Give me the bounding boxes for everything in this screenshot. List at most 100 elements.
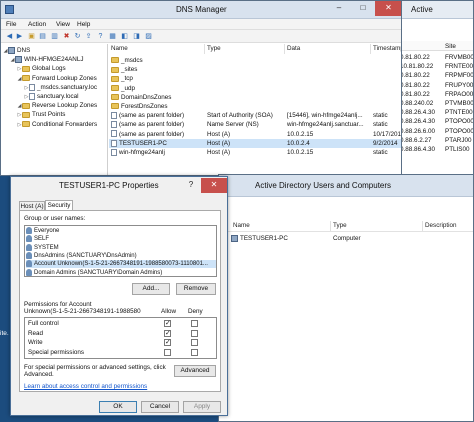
table-row[interactable]: _udp — [109, 84, 401, 93]
active-window: Active Site 0.81.80.22 FRVMB00 10.81.80.22… — [398, 0, 474, 202]
column-site[interactable]: Site — [445, 43, 456, 50]
column-type[interactable]: Type — [331, 221, 423, 231]
deny-checkbox[interactable] — [191, 329, 198, 337]
maximize-button[interactable]: □ — [351, 1, 375, 16]
table-row[interactable]: TESTUSER1-PC Host (A) 10.0.2.4 9/2/2014 — [109, 138, 401, 148]
dns-titlebar: DNS Manager – □ ✕ — [1, 1, 401, 19]
tree-node[interactable]: ▷ Conditional Forwarders — [17, 120, 98, 129]
menu-view[interactable]: View — [56, 21, 70, 28]
aduc-titlebar: Active Directory Users and Computers — [219, 175, 473, 197]
list-item[interactable]: SYSTEM — [26, 243, 216, 252]
table-row[interactable]: _tcp — [109, 74, 401, 83]
record-timestamp — [373, 102, 401, 111]
table-row[interactable]: DomainDnsZones — [109, 93, 401, 102]
list-item[interactable]: 0.88.6.2.27 PTARJ00 — [399, 136, 473, 145]
back-icon[interactable]: ◀ — [5, 32, 14, 41]
add-button[interactable]: Add... — [132, 283, 170, 295]
table-row[interactable]: (same as parent folder) Name Server (NS) w… — [109, 120, 401, 129]
users-listbox[interactable]: Everyone SELF SYSTEM DnsAdmins (SANCTUARY\D… — [24, 225, 217, 277]
list-item[interactable]: 0.81.80.22 FRVMB00 — [399, 53, 473, 62]
allow-checkbox[interactable]: ✓ — [164, 320, 171, 327]
tree-node[interactable]: ◢ DNS — [3, 46, 30, 55]
menu-file[interactable]: File — [6, 21, 16, 28]
column-name[interactable]: Name — [231, 221, 331, 231]
export-icon[interactable]: ⇪ — [84, 32, 93, 41]
copy-icon[interactable]: ▥ — [50, 32, 59, 41]
close-button[interactable]: ✕ — [375, 1, 401, 16]
forward-icon[interactable]: ▶ — [15, 32, 24, 41]
record-data: [15446], win-hfmge24anlj... — [287, 112, 363, 120]
menu-help[interactable]: Help — [77, 21, 90, 28]
list-item[interactable]: Domain Admins (SANCTUARY\Domain Admins) — [26, 268, 216, 277]
record-name: TESTUSER1-PC — [119, 139, 167, 147]
column-type[interactable]: Type — [205, 44, 285, 54]
table-row[interactable]: _msdcs — [109, 56, 401, 65]
table-row[interactable]: (same as parent folder) Start of Authorit… — [109, 111, 401, 120]
deny-checkbox[interactable] — [191, 348, 198, 356]
advanced-button[interactable]: Advanced — [174, 365, 216, 377]
tree-node[interactable]: ▷ _msdcs.sanctuary.loc — [24, 83, 97, 92]
server-icon[interactable]: ▨ — [144, 32, 153, 41]
ok-button[interactable]: OK — [99, 401, 137, 413]
learn-access-control-link[interactable]: Learn about access control and permissio… — [24, 383, 147, 390]
list-item[interactable]: 0.81.80.22 FRUPY00 — [399, 81, 473, 90]
up-icon[interactable]: ▣ — [27, 32, 36, 41]
list-item[interactable]: 0.88.26.4.30 PTOPO00 — [399, 117, 473, 126]
table-row[interactable]: ForestDnsZones — [109, 102, 401, 111]
minimize-button[interactable]: – — [327, 1, 351, 16]
list-item[interactable]: 0.81.80.22 FRPAO00 — [399, 90, 473, 99]
properties-icon[interactable]: ▦ — [108, 32, 117, 41]
record-type: Name Server (NS) — [207, 121, 259, 129]
help-icon[interactable]: ? — [96, 32, 105, 41]
object-description — [425, 234, 469, 243]
tree-node[interactable]: ◢ Reverse Lookup Zones — [17, 101, 98, 110]
site-name: PTOPO00 — [445, 127, 474, 135]
desktop-icon-label[interactable]: ite. — [0, 330, 9, 337]
properties-title: TESTUSER1-PC Properties — [59, 181, 159, 190]
tree-node[interactable]: ◢ WIN-HFMGE24ANLJ — [10, 55, 83, 64]
tree-node[interactable]: ▷ Global Logs — [17, 64, 66, 73]
show-tree-icon[interactable]: ▤ — [38, 32, 47, 41]
deny-checkbox[interactable] — [191, 339, 198, 346]
cancel-button[interactable]: Cancel — [141, 401, 179, 413]
list-item[interactable]: DnsAdmins (SANCTUARY\DnsAdmin) — [26, 251, 216, 260]
menu-action[interactable]: Action — [28, 21, 46, 28]
deny-checkbox[interactable] — [191, 320, 198, 327]
table-row[interactable]: (same as parent folder) Host (A) 10.0.2.15… — [109, 130, 401, 139]
list-item[interactable]: 0.88.240.02 PTVMB00 — [399, 99, 473, 108]
tree-node[interactable]: ▷ sanctuary.local — [24, 92, 79, 101]
allow-checkbox[interactable] — [164, 348, 171, 356]
record-name-cell: _msdcs — [111, 56, 205, 65]
apply-button[interactable]: Apply — [183, 401, 221, 413]
allow-checkbox[interactable]: ✓ — [164, 329, 171, 337]
list-item[interactable]: 0.88.26.4.30 PTNTE00 — [399, 108, 473, 117]
list-item[interactable]: 0.81.80.22 FRPMF00 — [399, 71, 473, 80]
list-item[interactable]: 10.81.80.22 FRNTE00 — [399, 62, 473, 71]
tree-node[interactable]: ▷ Trust Points — [17, 110, 66, 119]
list-item[interactable]: SELF — [26, 235, 216, 243]
refresh-icon[interactable]: ↻ — [73, 32, 82, 41]
list-item[interactable]: Account Unknown(S-1-5-21-2667348191-1988… — [26, 260, 216, 269]
close-button[interactable]: ✕ — [201, 178, 227, 193]
allow-checkbox[interactable]: ✓ — [164, 339, 171, 346]
column-data[interactable]: Data — [285, 44, 371, 54]
site-name: PTNTE00 — [445, 109, 473, 117]
column-name[interactable]: Name — [109, 44, 205, 54]
record-name: _sites — [121, 66, 138, 74]
column-description[interactable]: Description — [423, 221, 473, 231]
delete-icon[interactable]: ✖ — [62, 32, 71, 41]
tree-node[interactable]: ◢ Forward Lookup Zones — [17, 74, 97, 83]
table-row[interactable]: win-hfmge24anlj Host (A) 10.0.2.15 static — [109, 148, 401, 157]
list-item[interactable]: 0.88.86.4.30 PTLIS00 — [399, 145, 473, 154]
list-item[interactable]: 0.88.26.6.00 PTOPO00 — [399, 127, 474, 136]
table-row[interactable]: _sites — [109, 65, 401, 74]
record-data: 10.0.2.15 — [287, 149, 314, 156]
dns-record-icon[interactable]: ◧ — [120, 32, 129, 41]
folder-icon — [111, 103, 119, 110]
table-row[interactable]: TESTUSER1-PC Computer — [229, 234, 469, 243]
help-button[interactable]: ? — [181, 178, 201, 193]
zone-icon[interactable]: ◨ — [132, 32, 141, 41]
column-timestamp[interactable]: Timestamp — [371, 44, 401, 54]
list-item[interactable]: Everyone — [26, 227, 216, 235]
remove-button[interactable]: Remove — [176, 283, 216, 295]
